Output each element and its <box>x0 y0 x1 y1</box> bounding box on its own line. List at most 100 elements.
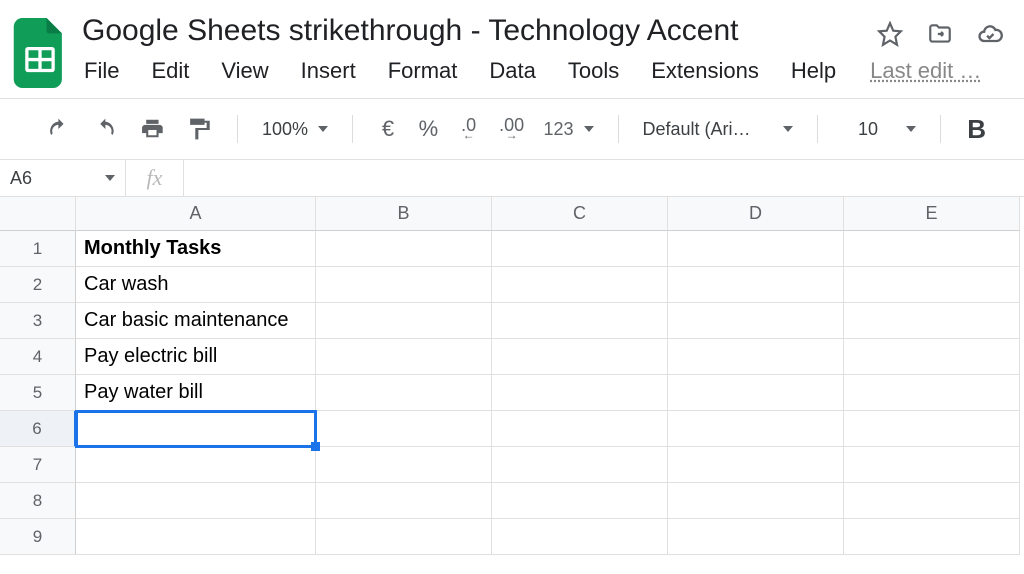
cell-E1[interactable] <box>844 231 1020 267</box>
menu-tools[interactable]: Tools <box>552 54 635 88</box>
increase-decimal-button[interactable]: .00 → <box>492 111 532 147</box>
chevron-down-icon <box>105 175 115 181</box>
cell-C4[interactable] <box>492 339 668 375</box>
row-header-1[interactable]: 1 <box>0 231 76 267</box>
row-header-5[interactable]: 5 <box>0 375 76 411</box>
cell-D9[interactable] <box>668 519 844 555</box>
toolbar-separator <box>352 115 353 143</box>
format-currency-button[interactable]: € <box>371 111 405 147</box>
cell-B1[interactable] <box>316 231 492 267</box>
menu-file[interactable]: File <box>78 54 135 88</box>
cell-C7[interactable] <box>492 447 668 483</box>
menu-extensions[interactable]: Extensions <box>635 54 775 88</box>
cell-C5[interactable] <box>492 375 668 411</box>
cell-A6[interactable] <box>76 411 316 447</box>
last-edit-link[interactable]: Last edit … <box>870 58 981 84</box>
cell-E8[interactable] <box>844 483 1020 519</box>
column-header-D[interactable]: D <box>668 197 844 231</box>
cell-A4[interactable]: Pay electric bill <box>76 339 316 375</box>
cell-B7[interactable] <box>316 447 492 483</box>
cell-D2[interactable] <box>668 267 844 303</box>
selection-handle[interactable] <box>311 442 320 451</box>
cell-A2[interactable]: Car wash <box>76 267 316 303</box>
cell-A1[interactable]: Monthly Tasks <box>76 231 316 267</box>
cell-C8[interactable] <box>492 483 668 519</box>
cell-B9[interactable] <box>316 519 492 555</box>
row-header-7[interactable]: 7 <box>0 447 76 483</box>
zoom-dropdown[interactable]: 100% <box>256 119 334 140</box>
star-icon[interactable] <box>876 20 904 48</box>
name-box[interactable]: A6 <box>0 160 126 196</box>
cell-D7[interactable] <box>668 447 844 483</box>
cell-B3[interactable] <box>316 303 492 339</box>
toolbar: 100% € % .0 ← .00 → 123 Default (Ari… 10… <box>0 99 1024 159</box>
redo-button[interactable] <box>85 111 126 147</box>
cell-E9[interactable] <box>844 519 1020 555</box>
decrease-decimal-button[interactable]: .0 ← <box>452 111 486 147</box>
cell-D4[interactable] <box>668 339 844 375</box>
cell-C6[interactable] <box>492 411 668 447</box>
toolbar-separator <box>237 115 238 143</box>
bold-button[interactable]: B <box>959 114 994 145</box>
cell-E6[interactable] <box>844 411 1020 447</box>
cell-C3[interactable] <box>492 303 668 339</box>
cell-D6[interactable] <box>668 411 844 447</box>
chevron-down-icon <box>783 126 793 132</box>
cloud-status-icon[interactable] <box>976 20 1004 48</box>
chevron-down-icon <box>584 126 594 132</box>
menu-help[interactable]: Help <box>775 54 852 88</box>
cell-D5[interactable] <box>668 375 844 411</box>
row-header-4[interactable]: 4 <box>0 339 76 375</box>
print-button[interactable] <box>132 111 173 147</box>
cell-D1[interactable] <box>668 231 844 267</box>
cell-A3[interactable]: Car basic maintenance <box>76 303 316 339</box>
row-header-3[interactable]: 3 <box>0 303 76 339</box>
cell-B8[interactable] <box>316 483 492 519</box>
formula-input[interactable] <box>184 160 1024 196</box>
cell-A9[interactable] <box>76 519 316 555</box>
cell-E4[interactable] <box>844 339 1020 375</box>
font-dropdown[interactable]: Default (Ari… <box>637 119 800 140</box>
column-header-A[interactable]: A <box>76 197 316 231</box>
cell-A8[interactable] <box>76 483 316 519</box>
row-header-8[interactable]: 8 <box>0 483 76 519</box>
zoom-value: 100% <box>262 119 308 140</box>
cell-B5[interactable] <box>316 375 492 411</box>
cell-E7[interactable] <box>844 447 1020 483</box>
format-percent-button[interactable]: % <box>411 111 446 147</box>
more-formats-dropdown[interactable]: 123 <box>538 119 600 140</box>
select-all-corner[interactable] <box>0 197 76 231</box>
menu-data[interactable]: Data <box>473 54 551 88</box>
cell-A5[interactable]: Pay water bill <box>76 375 316 411</box>
font-size-dropdown[interactable]: 10 <box>836 119 922 140</box>
cell-D8[interactable] <box>668 483 844 519</box>
move-to-folder-icon[interactable] <box>926 20 954 48</box>
cell-D3[interactable] <box>668 303 844 339</box>
menu-format[interactable]: Format <box>372 54 474 88</box>
cell-C9[interactable] <box>492 519 668 555</box>
row-header-6[interactable]: 6 <box>0 411 76 447</box>
cell-E3[interactable] <box>844 303 1020 339</box>
row-header-9[interactable]: 9 <box>0 519 76 555</box>
menu-view[interactable]: View <box>205 54 284 88</box>
column-header-E[interactable]: E <box>844 197 1020 231</box>
cell-E5[interactable] <box>844 375 1020 411</box>
cell-B6[interactable] <box>316 411 492 447</box>
sheets-logo-icon[interactable] <box>12 18 68 88</box>
menu-insert[interactable]: Insert <box>285 54 372 88</box>
row-header-2[interactable]: 2 <box>0 267 76 303</box>
formula-bar-row: A6 fx <box>0 159 1024 197</box>
cell-B2[interactable] <box>316 267 492 303</box>
cell-C2[interactable] <box>492 267 668 303</box>
menu-edit[interactable]: Edit <box>135 54 205 88</box>
column-header-C[interactable]: C <box>492 197 668 231</box>
undo-button[interactable] <box>38 111 79 147</box>
document-title[interactable]: Google Sheets strikethrough - Technology… <box>78 12 743 50</box>
column-header-B[interactable]: B <box>316 197 492 231</box>
cell-A7[interactable] <box>76 447 316 483</box>
cell-E2[interactable] <box>844 267 1020 303</box>
chevron-down-icon <box>906 126 916 132</box>
cell-C1[interactable] <box>492 231 668 267</box>
paint-format-button[interactable] <box>178 111 219 147</box>
cell-B4[interactable] <box>316 339 492 375</box>
